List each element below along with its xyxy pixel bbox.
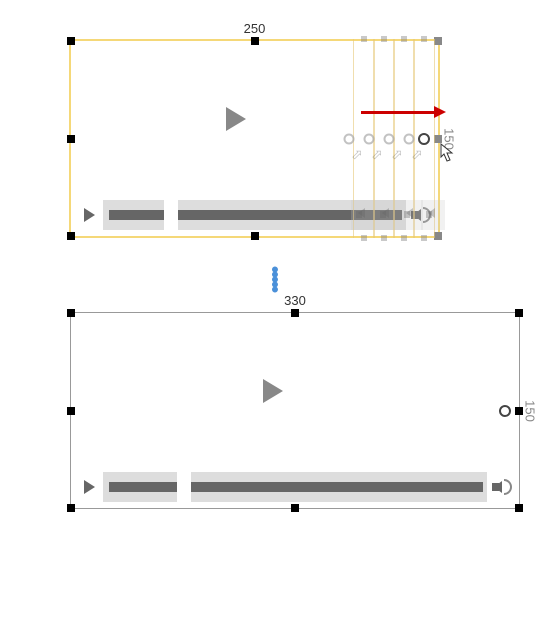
anchor-ring [499, 405, 511, 417]
progress-thumb[interactable] [164, 200, 178, 230]
ghost-volume [351, 200, 375, 230]
volume-button[interactable] [487, 472, 515, 502]
ghost-volume [399, 200, 423, 230]
ghost-handle [404, 133, 415, 144]
ghost-cursor: ⬀ [411, 146, 423, 163]
resize-handle-middle-right[interactable] [515, 407, 523, 415]
ghost-handle [384, 133, 395, 144]
ghost-handle [344, 133, 355, 144]
resize-handle-bottom-left[interactable] [67, 504, 75, 512]
ghost-volume [421, 200, 445, 230]
media-widget-before: 250 150 ⬀ ⬀ ⬀ ⬀ [70, 40, 439, 237]
resize-handle-middle-left[interactable] [67, 135, 75, 143]
resize-handle-top-left[interactable] [67, 37, 75, 45]
ghost-handle [364, 133, 375, 144]
progress-bar[interactable] [109, 482, 483, 492]
resize-handle-bottom-right[interactable] [515, 504, 523, 512]
ghost-cursor: ⬀ [371, 146, 383, 163]
ghost-cursor: ⬀ [351, 146, 363, 163]
resize-handle-top-right[interactable] [434, 37, 442, 45]
resize-handle-bottom-right[interactable] [434, 232, 442, 240]
resize-handle-bottom-center[interactable] [251, 232, 259, 240]
continuation-dots-icon: ••••• [20, 267, 530, 292]
height-dimension-label: 150 [442, 128, 457, 150]
resize-handle-middle-left[interactable] [67, 407, 75, 415]
play-icon [263, 379, 283, 403]
width-dimension-label: 330 [284, 293, 306, 308]
resize-handle-top-center[interactable] [251, 37, 259, 45]
resize-handle-top-center[interactable] [291, 309, 299, 317]
drag-arrow-icon [361, 111, 436, 114]
media-controls [75, 472, 515, 502]
ghost-volume [375, 200, 399, 230]
progress-thumb[interactable] [177, 472, 191, 502]
resize-handle-bottom-center[interactable] [291, 504, 299, 512]
play-button[interactable] [75, 200, 105, 230]
width-dimension-label: 250 [244, 21, 266, 36]
resize-handle-top-right[interactable] [515, 309, 523, 317]
height-dimension-label: 150 [523, 400, 538, 422]
media-widget-after: 330 150 [70, 312, 520, 509]
play-icon [226, 107, 246, 131]
resize-handle-middle-right[interactable] [434, 135, 442, 143]
play-button[interactable] [75, 472, 105, 502]
volume-icon [504, 479, 512, 495]
resize-handle-bottom-left[interactable] [67, 232, 75, 240]
resize-handle-top-left[interactable] [67, 309, 75, 317]
ghost-cursor: ⬀ [391, 146, 403, 163]
